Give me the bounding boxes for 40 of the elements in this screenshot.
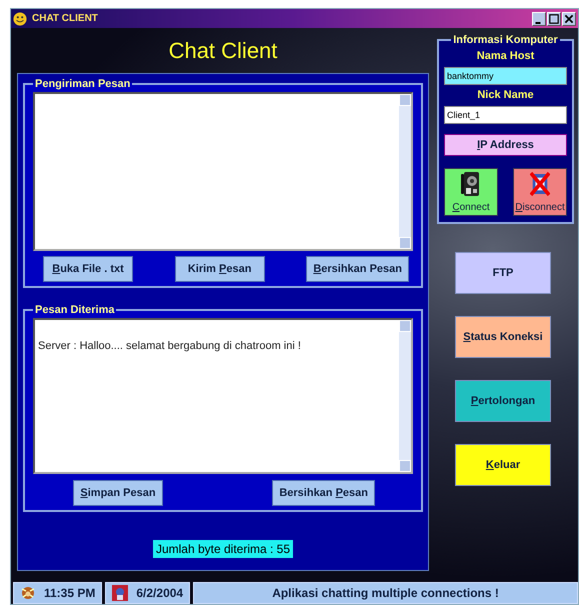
maximize-icon [548, 12, 560, 24]
status-time: 11:35 PM [44, 586, 96, 600]
ip-address-button[interactable]: IP Address [444, 134, 567, 156]
group-title: Pesan Diterima [34, 304, 116, 316]
group-title: Pengiriman Pesan [34, 78, 132, 90]
nick-label: Nick Name [476, 89, 535, 101]
menu-button[interactable]: Keluar [455, 444, 551, 486]
message-input[interactable] [33, 92, 413, 251]
app-heading: Chat Client [168, 36, 278, 64]
maximize-button[interactable] [547, 12, 561, 26]
action-button[interactable]: Simpan Pesan [73, 480, 163, 506]
host-label: Nama Host [476, 50, 536, 62]
close-button[interactable] [562, 12, 576, 26]
disconnect-button[interactable]: Disconnect [513, 168, 567, 216]
menu-button[interactable]: Pertolongan [455, 380, 551, 422]
host-field[interactable]: banktommy [444, 67, 567, 85]
action-button[interactable]: Kirim Pesan [174, 256, 265, 282]
minimize-icon [535, 22, 541, 24]
action-button[interactable]: Buka File . txt [43, 256, 133, 282]
picture-icon [112, 585, 128, 601]
group-title: Informasi Komputer [452, 34, 559, 46]
cartoon-icon [20, 585, 36, 601]
action-button[interactable]: Bersihkan Pesan [306, 256, 409, 282]
status-message: Aplikasi chatting multiple connections ! [272, 586, 499, 600]
byte-count-label: Jumlah byte diterima : 55 [152, 540, 294, 558]
menu-button[interactable]: FTP [455, 252, 551, 294]
nick-field[interactable]: Client_1 [444, 106, 567, 124]
telephone-icon [461, 171, 481, 197]
action-button[interactable]: Bersihkan Pesan [272, 480, 375, 506]
close-icon [563, 12, 575, 24]
scrollbar[interactable] [399, 94, 411, 249]
minimize-button[interactable] [532, 12, 546, 26]
connect-button[interactable]: Connect [444, 168, 498, 216]
menu-button[interactable]: Status Koneksi [455, 316, 551, 358]
status-date: 6/2/2004 [136, 586, 184, 600]
smiley-icon [13, 12, 27, 26]
window-title: CHAT CLIENT [32, 13, 99, 24]
scrollbar[interactable] [399, 320, 411, 472]
crossed-out-icon [530, 171, 550, 197]
received-messages[interactable]: Server : Halloo.... selamat bergabung di chatroom ini ! [33, 318, 413, 474]
